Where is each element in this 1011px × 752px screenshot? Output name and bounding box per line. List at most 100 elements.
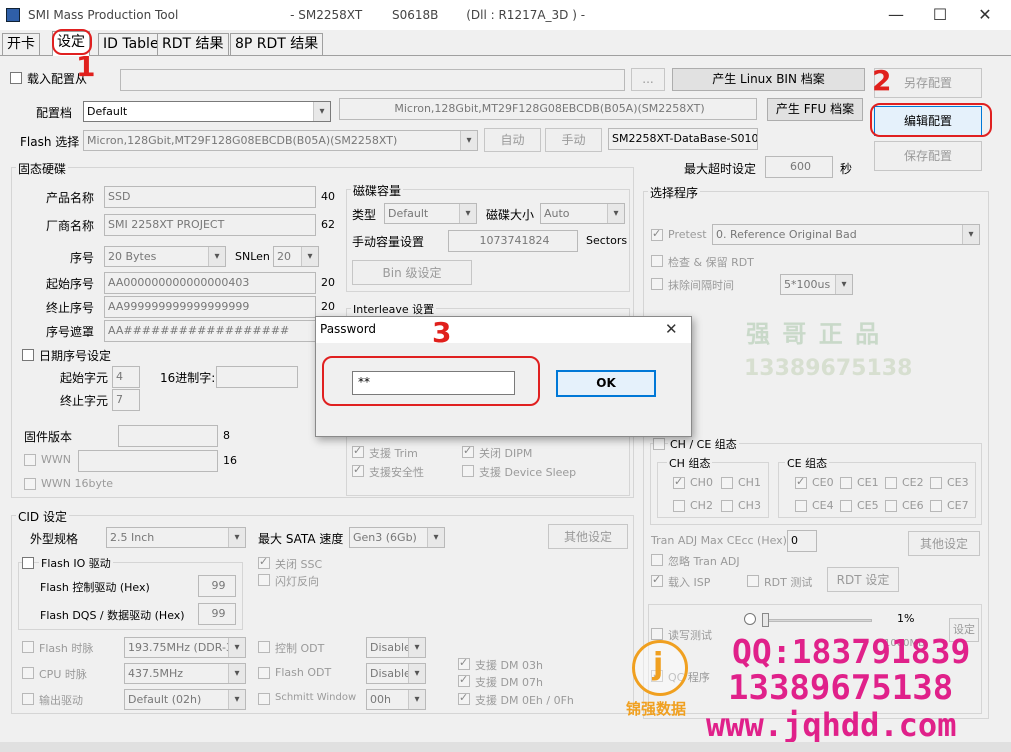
flash-io-checkbox[interactable] <box>22 557 34 569</box>
load-config-checkbox[interactable] <box>10 72 22 84</box>
date-serial-checkbox[interactable] <box>22 349 34 361</box>
wwn-input[interactable] <box>78 450 218 472</box>
support-trim-checkbox[interactable] <box>352 446 364 458</box>
ctrl-odt-select[interactable]: Disable <box>366 637 426 658</box>
ch0-checkbox[interactable] <box>673 477 685 489</box>
wwn16-checkbox[interactable] <box>24 478 36 490</box>
slider-radio[interactable] <box>744 613 756 625</box>
cpu-clock-select[interactable]: 437.5MHz <box>124 663 246 684</box>
ch3-checkbox[interactable] <box>721 500 733 512</box>
rdt-test-checkbox[interactable] <box>747 575 759 587</box>
output-drive-label: 输出驱动 <box>39 694 83 707</box>
percent-slider-thumb[interactable] <box>762 613 769 627</box>
flash-odt-checkbox[interactable] <box>258 667 270 679</box>
wwn-checkbox[interactable] <box>24 454 36 466</box>
pretest-checkbox[interactable] <box>651 229 663 241</box>
dialog-close-icon[interactable]: ✕ <box>665 320 678 338</box>
rw-test-label: 读写测试 <box>668 629 712 642</box>
ignore-tran-adj-checkbox[interactable] <box>651 554 663 566</box>
ce5-checkbox[interactable] <box>840 500 852 512</box>
ce3-checkbox[interactable] <box>930 477 942 489</box>
password-input-highlight <box>322 356 540 406</box>
close-ssc-checkbox[interactable] <box>258 557 270 569</box>
flash-clock-select[interactable]: 193.75MHz (DDR-387) <box>124 637 246 658</box>
erase-interval-checkbox[interactable] <box>651 278 663 290</box>
ce1-checkbox[interactable] <box>840 477 852 489</box>
tran-adj-input[interactable]: 0 <box>787 530 817 552</box>
ctrl-odt-checkbox[interactable] <box>258 641 270 653</box>
cid-other-settings-button[interactable]: 其他设定 <box>548 524 628 549</box>
start-char-input[interactable]: 4 <box>112 366 140 388</box>
load-isp-label: 载入 ISP <box>668 576 711 589</box>
dm03-checkbox[interactable] <box>458 658 470 670</box>
cpu-clock-checkbox[interactable] <box>22 667 34 679</box>
auto-button[interactable]: 自动 <box>484 128 541 152</box>
firmware-input[interactable] <box>118 425 218 447</box>
output-drive-select[interactable]: Default (02h) <box>124 689 246 710</box>
flash-dqs-input[interactable]: 99 <box>198 603 236 625</box>
browse-button[interactable]: ... <box>631 68 665 91</box>
load-config-path[interactable] <box>120 69 625 91</box>
schmitt-select[interactable]: 00h <box>366 689 426 710</box>
flash-select-label: Flash 选择 <box>20 135 80 149</box>
snlen-select[interactable]: 20 <box>273 246 319 267</box>
manual-button[interactable]: 手动 <box>545 128 602 152</box>
minimize-icon[interactable]: — <box>873 0 919 30</box>
schmitt-checkbox[interactable] <box>258 693 270 705</box>
serial-bytes-select[interactable]: 20 Bytes <box>104 246 226 267</box>
max-sata-select[interactable]: Gen3 (6Gb) <box>349 527 445 548</box>
form-factor-select[interactable]: 2.5 Inch <box>106 527 246 548</box>
erase-interval-select[interactable]: 5*100us <box>780 274 853 295</box>
support-security-checkbox[interactable] <box>352 465 364 477</box>
manual-capacity-input[interactable]: 1073741824 <box>448 230 578 252</box>
led-reverse-checkbox[interactable] <box>258 574 270 586</box>
check-keep-rdt-checkbox[interactable] <box>651 255 663 267</box>
save-config-button[interactable]: 保存配置 <box>874 141 982 171</box>
disk-size-select[interactable]: Auto <box>540 203 625 224</box>
ch1-checkbox[interactable] <box>721 477 733 489</box>
close-icon[interactable]: ✕ <box>962 0 1008 30</box>
start-serial-input[interactable]: AA000000000000000403 <box>104 272 316 294</box>
ch2-checkbox[interactable] <box>673 500 685 512</box>
flash-clock-checkbox[interactable] <box>22 641 34 653</box>
close-dipm-checkbox[interactable] <box>462 446 474 458</box>
tab-id-table[interactable]: ID Table <box>98 33 164 55</box>
flash-select-combo[interactable]: Micron,128Gbit,MT29F128G08EBCDB(B05A)(SM… <box>83 130 478 151</box>
end-serial-input[interactable]: AA999999999999999999 <box>104 296 316 318</box>
dm0e-checkbox[interactable] <box>458 693 470 705</box>
ce6-checkbox[interactable] <box>885 500 897 512</box>
rdt-settings-button[interactable]: RDT 设定 <box>827 567 899 592</box>
program-other-settings-button[interactable]: 其他设定 <box>908 531 980 556</box>
chce-checkbox[interactable] <box>653 438 665 450</box>
gen-ffu-button[interactable]: 产生 FFU 档案 <box>767 98 863 121</box>
rw-test-checkbox[interactable] <box>651 628 663 640</box>
load-isp-checkbox[interactable] <box>651 575 663 587</box>
bin-settings-button[interactable]: Bin 级设定 <box>352 260 472 285</box>
ce4-checkbox[interactable] <box>795 500 807 512</box>
tab-rdt-result[interactable]: RDT 结果 <box>157 33 229 55</box>
max-timeout-input[interactable]: 600 <box>765 156 833 178</box>
ce7-checkbox[interactable] <box>930 500 942 512</box>
device-sleep-checkbox[interactable] <box>462 465 474 477</box>
maximize-icon[interactable]: ☐ <box>917 0 963 30</box>
tab-open-card[interactable]: 开卡 <box>2 33 40 55</box>
ok-button[interactable]: OK <box>556 370 656 397</box>
hex-char-input[interactable] <box>216 366 298 388</box>
bottom-strip <box>0 742 1011 752</box>
ce2-checkbox[interactable] <box>885 477 897 489</box>
flash-odt-select[interactable]: Disable <box>366 663 426 684</box>
vendor-name-input[interactable]: SMI 2258XT PROJECT <box>104 214 316 236</box>
ce0-checkbox[interactable] <box>795 477 807 489</box>
dm07-checkbox[interactable] <box>458 675 470 687</box>
serial-mask-input[interactable]: AA################## <box>104 320 316 342</box>
product-name-input[interactable]: SSD <box>104 186 316 208</box>
percent-slider-track[interactable] <box>762 619 872 622</box>
end-char-input[interactable]: 7 <box>112 389 140 411</box>
output-drive-checkbox[interactable] <box>22 693 34 705</box>
flash-ctrl-drive-input[interactable]: 99 <box>198 575 236 597</box>
pretest-select[interactable]: 0. Reference Original Bad <box>712 224 980 245</box>
disk-type-select[interactable]: Default <box>384 203 477 224</box>
tab-8p-rdt-result[interactable]: 8P RDT 结果 <box>230 33 324 55</box>
gen-linux-bin-button[interactable]: 产生 Linux BIN 档案 <box>672 68 865 91</box>
config-file-select[interactable]: Default <box>83 101 331 122</box>
